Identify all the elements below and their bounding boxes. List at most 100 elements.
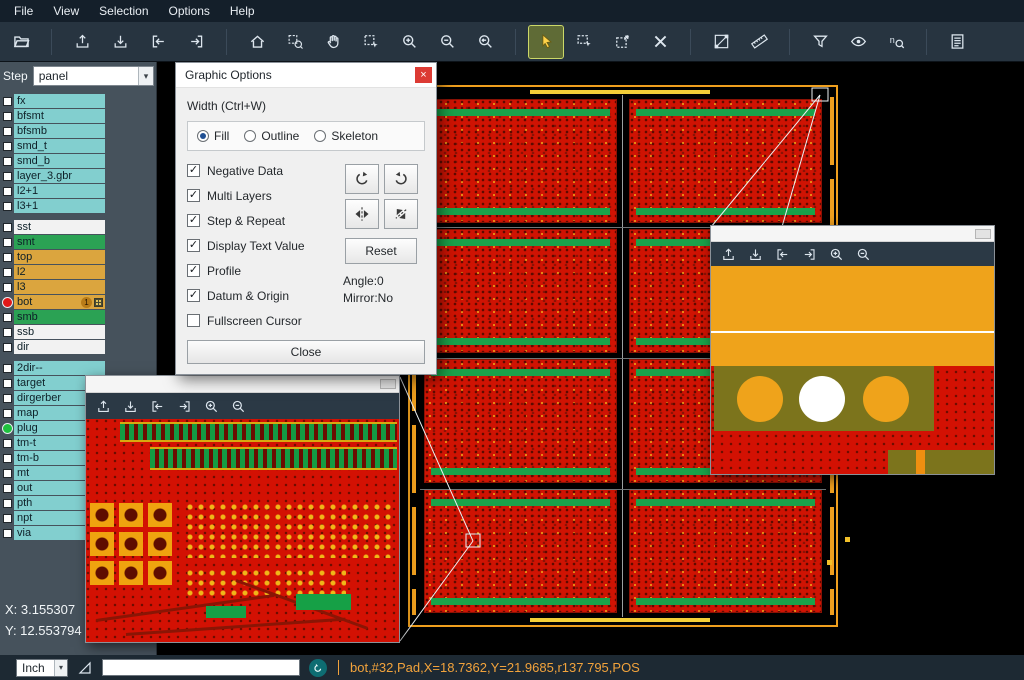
filter-button[interactable] bbox=[803, 26, 837, 58]
tray-left-icon[interactable] bbox=[775, 247, 790, 262]
layer-visibility-checkbox[interactable] bbox=[0, 409, 14, 418]
layer-visibility-checkbox[interactable] bbox=[0, 499, 14, 508]
layer-visibility-checkbox[interactable] bbox=[0, 439, 14, 448]
layer-visibility-checkbox[interactable] bbox=[0, 484, 14, 493]
zoom-area-button[interactable] bbox=[354, 26, 388, 58]
command-input[interactable] bbox=[102, 659, 300, 676]
checkbox-step-repeat[interactable]: ✓Step & Repeat bbox=[187, 214, 337, 227]
layer-visibility-checkbox[interactable] bbox=[0, 238, 14, 247]
zoom-in-icon[interactable] bbox=[204, 399, 219, 414]
open-button[interactable] bbox=[4, 26, 38, 58]
select-cursor-button[interactable] bbox=[529, 26, 563, 58]
layer-visibility-checkbox[interactable] bbox=[0, 283, 14, 292]
refresh-button[interactable] bbox=[309, 659, 327, 677]
mirror-diagonal-button[interactable] bbox=[384, 199, 418, 229]
radio-skeleton[interactable]: Skeleton bbox=[314, 129, 378, 143]
magnifier-titlebar[interactable] bbox=[711, 226, 994, 242]
layer-row-smb[interactable]: smb bbox=[0, 310, 156, 324]
radio-fill[interactable]: Fill bbox=[197, 129, 229, 143]
checkbox-datum-origin[interactable]: ✓Datum & Origin bbox=[187, 289, 337, 302]
layer-row-2dir--[interactable]: 2dir-- bbox=[0, 361, 156, 375]
tray-right-icon[interactable] bbox=[802, 247, 817, 262]
layer-row-bfsmb[interactable]: bfsmb bbox=[0, 124, 156, 138]
checkbox-profile[interactable]: ✓Profile bbox=[187, 264, 337, 277]
layer-visibility-checkbox[interactable] bbox=[0, 97, 14, 106]
layer-active-marker[interactable] bbox=[0, 423, 14, 434]
unit-combobox[interactable]: Inch ▾ bbox=[16, 659, 68, 677]
layer-visibility-checkbox[interactable] bbox=[0, 379, 14, 388]
layer-visibility-checkbox[interactable] bbox=[0, 187, 14, 196]
layer-visibility-checkbox[interactable] bbox=[0, 112, 14, 121]
rotate-ccw-button[interactable] bbox=[384, 164, 418, 194]
zoom-out-button[interactable] bbox=[430, 26, 464, 58]
home-view-button[interactable] bbox=[240, 26, 274, 58]
layer-row-l2+1[interactable]: l2+1 bbox=[0, 184, 156, 198]
close-button[interactable]: Close bbox=[187, 340, 425, 364]
layer-visibility-checkbox[interactable] bbox=[0, 127, 14, 136]
layer-row-smt[interactable]: smt bbox=[0, 235, 156, 249]
layer-row-fx[interactable]: fx bbox=[0, 94, 156, 108]
layer-visibility-checkbox[interactable] bbox=[0, 328, 14, 337]
export-right-button[interactable] bbox=[179, 26, 213, 58]
step-combobox[interactable]: panel ▾ bbox=[33, 66, 154, 86]
layer-row-smd_t[interactable]: smd_t bbox=[0, 139, 156, 153]
magnifier-view[interactable] bbox=[711, 266, 994, 474]
reset-button[interactable]: Reset bbox=[345, 238, 417, 264]
layer-row-top[interactable]: top bbox=[0, 250, 156, 264]
menu-item-file[interactable]: File bbox=[4, 0, 43, 22]
zoom-in-icon[interactable] bbox=[829, 247, 844, 262]
transform-button[interactable] bbox=[605, 26, 639, 58]
measure-diagonal-button[interactable] bbox=[704, 26, 738, 58]
menu-item-help[interactable]: Help bbox=[220, 0, 265, 22]
zoom-out-icon[interactable] bbox=[856, 247, 871, 262]
zoom-window-button[interactable] bbox=[278, 26, 312, 58]
layer-row-l2[interactable]: l2 bbox=[0, 265, 156, 279]
zoom-out-icon[interactable] bbox=[231, 399, 246, 414]
tray-right-icon[interactable] bbox=[177, 399, 192, 414]
magnifier-window-left[interactable] bbox=[85, 375, 400, 643]
tray-up-icon[interactable] bbox=[96, 399, 111, 414]
menu-item-selection[interactable]: Selection bbox=[89, 0, 158, 22]
checkbox-multi-layers[interactable]: ✓Multi Layers bbox=[187, 189, 337, 202]
magnifier-view[interactable] bbox=[86, 419, 399, 642]
select-rectangle-button[interactable] bbox=[567, 26, 601, 58]
dialog-titlebar[interactable]: Graphic Options × bbox=[176, 63, 436, 88]
layer-row-l3[interactable]: l3 bbox=[0, 280, 156, 294]
layer-visibility-checkbox[interactable] bbox=[0, 142, 14, 151]
pan-button[interactable] bbox=[316, 26, 350, 58]
layer-visibility-checkbox[interactable] bbox=[0, 454, 14, 463]
erase-button[interactable] bbox=[643, 26, 677, 58]
find-pattern-button[interactable] bbox=[879, 26, 913, 58]
checkbox-fullscreen-cursor[interactable]: Fullscreen Cursor bbox=[187, 314, 337, 327]
checkbox-display-text-value[interactable]: ✓Display Text Value bbox=[187, 239, 337, 252]
layer-row-bfsmt[interactable]: bfsmt bbox=[0, 109, 156, 123]
magnifier-window-right[interactable] bbox=[710, 225, 995, 475]
layer-row-layer_3.gbr[interactable]: layer_3.gbr bbox=[0, 169, 156, 183]
menu-item-options[interactable]: Options bbox=[159, 0, 220, 22]
layer-row-dir[interactable]: dir bbox=[0, 340, 156, 354]
tray-down-icon[interactable] bbox=[123, 399, 138, 414]
radio-outline[interactable]: Outline bbox=[244, 129, 299, 143]
tray-down-icon[interactable] bbox=[748, 247, 763, 262]
ruler-button[interactable] bbox=[742, 26, 776, 58]
layer-row-smd_b[interactable]: smd_b bbox=[0, 154, 156, 168]
tray-up-icon[interactable] bbox=[721, 247, 736, 262]
layer-active-marker[interactable] bbox=[0, 297, 14, 308]
window-menu-icon[interactable] bbox=[975, 229, 991, 239]
window-menu-icon[interactable] bbox=[380, 379, 396, 389]
layer-visibility-checkbox[interactable] bbox=[0, 157, 14, 166]
graphic-options-dialog[interactable]: Graphic Options × Width (Ctrl+W) FillOut… bbox=[175, 62, 437, 375]
layer-row-l3+1[interactable]: l3+1 bbox=[0, 199, 156, 213]
layer-visibility-checkbox[interactable] bbox=[0, 469, 14, 478]
import-down-button[interactable] bbox=[103, 26, 137, 58]
set-square-icon[interactable] bbox=[77, 660, 93, 676]
mirror-horizontal-button[interactable] bbox=[345, 199, 379, 229]
layer-visibility-checkbox[interactable] bbox=[0, 364, 14, 373]
close-icon[interactable]: × bbox=[415, 67, 432, 83]
layer-row-sst[interactable]: sst bbox=[0, 220, 156, 234]
layer-visibility-checkbox[interactable] bbox=[0, 529, 14, 538]
layer-visibility-checkbox[interactable] bbox=[0, 394, 14, 403]
export-up-button[interactable] bbox=[65, 26, 99, 58]
layer-row-ssb[interactable]: ssb bbox=[0, 325, 156, 339]
zoom-previous-button[interactable] bbox=[468, 26, 502, 58]
